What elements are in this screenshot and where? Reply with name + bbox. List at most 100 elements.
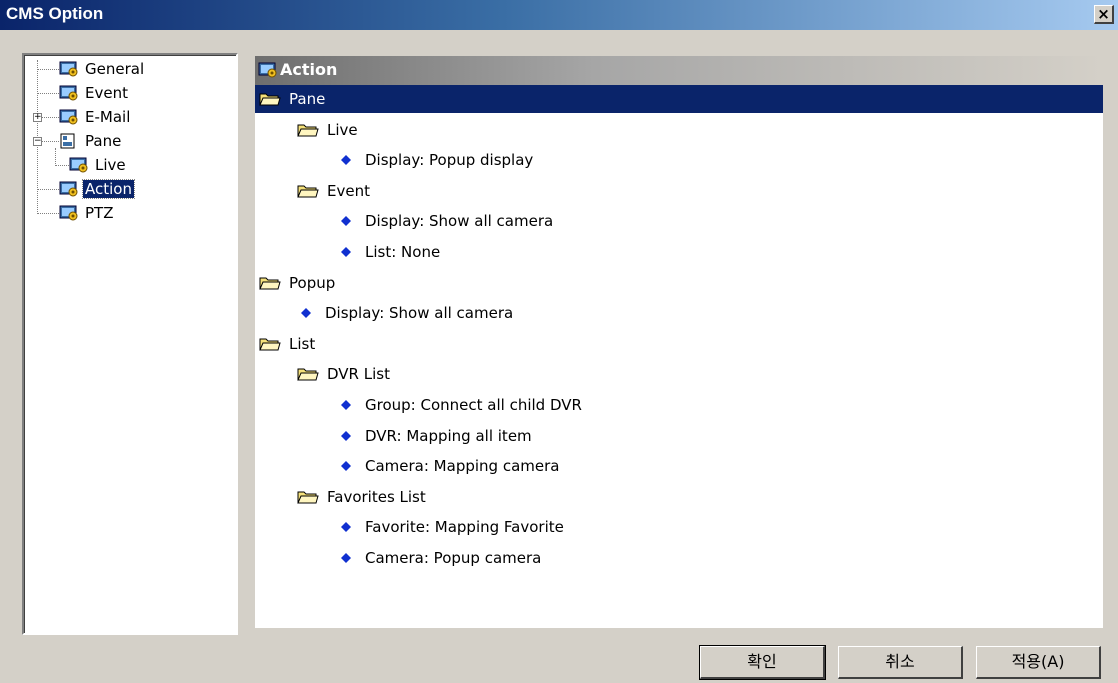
ok-button[interactable]: 확인 xyxy=(699,645,826,680)
options-tree-body: General Event + E-Mail − Pane Live Action PTZ xyxy=(24,55,236,633)
row-label: Display: Popup display xyxy=(365,151,534,169)
diamond-bullet-icon xyxy=(341,553,351,563)
settings-icon xyxy=(59,109,78,125)
tree-expander[interactable]: + xyxy=(33,113,42,122)
tree-connector xyxy=(37,189,59,190)
row-label: DVR List xyxy=(327,365,390,383)
row-label: List: None xyxy=(365,243,441,261)
tree-item[interactable]: General xyxy=(59,58,146,80)
diamond-bullet-icon xyxy=(341,431,351,441)
row-label: Live xyxy=(327,121,358,139)
folder-row[interactable]: Event xyxy=(255,177,370,205)
diamond-bullet-icon xyxy=(341,155,351,165)
row-label: Favorites List xyxy=(327,488,426,506)
settings-icon xyxy=(59,85,78,101)
tree-connector xyxy=(37,93,59,94)
row-content: Display: Popup display xyxy=(341,151,533,169)
diamond-bullet-icon xyxy=(301,308,311,318)
pane-icon xyxy=(60,133,75,149)
row-label: Favorite: Mapping Favorite xyxy=(365,518,564,536)
folder-icon xyxy=(259,338,281,351)
panel-header: Action xyxy=(255,56,1103,85)
option-row[interactable]: Camera: Popup camera xyxy=(255,544,541,572)
options-tree[interactable]: General Event + E-Mail − Pane Live Action PTZ xyxy=(22,53,238,635)
action-settings-panel: Action Pane Live Display: Popup display Eve… xyxy=(255,56,1103,628)
cancel-button[interactable]: 취소 xyxy=(838,646,963,679)
tree-item[interactable]: Event xyxy=(59,82,130,104)
tree-item-label: Event xyxy=(85,84,128,102)
close-icon: × xyxy=(1097,5,1110,23)
option-row[interactable]: Camera: Mapping camera xyxy=(255,452,559,480)
tree-expander[interactable]: − xyxy=(33,137,42,146)
title-bar[interactable]: CMS Option × xyxy=(0,0,1118,30)
tree-connector xyxy=(55,148,56,164)
folder-row[interactable]: List xyxy=(255,330,315,358)
folder-row[interactable]: Live xyxy=(255,116,358,144)
settings-icon xyxy=(59,205,78,221)
tree-item[interactable]: Pane xyxy=(59,130,123,152)
option-row[interactable]: Favorite: Mapping Favorite xyxy=(255,513,564,541)
option-row[interactable]: Display: Show all camera xyxy=(255,207,553,235)
row-label: Popup xyxy=(289,274,336,292)
option-row[interactable]: Group: Connect all child DVR xyxy=(255,391,582,419)
option-row[interactable]: Display: Show all camera xyxy=(255,299,513,327)
tree-item-label: Live xyxy=(95,156,126,174)
row-label: DVR: Mapping all item xyxy=(365,427,532,445)
row-content: Favorites List xyxy=(297,488,426,506)
row-label: Display: Show all camera xyxy=(365,212,554,230)
option-row[interactable]: DVR: Mapping all item xyxy=(255,422,532,450)
folder-icon xyxy=(259,277,281,290)
diamond-bullet-icon xyxy=(341,216,351,226)
tree-item[interactable]: PTZ xyxy=(59,202,115,224)
row-content: Event xyxy=(297,182,370,200)
row-label: Pane xyxy=(289,90,326,108)
option-row[interactable]: Display: Popup display xyxy=(255,146,533,174)
row-content: Live xyxy=(297,121,358,139)
tree-item[interactable]: Action xyxy=(59,178,135,200)
tree-item[interactable]: Live xyxy=(69,154,128,176)
tree-item-label: Action xyxy=(82,179,135,199)
folder-icon xyxy=(297,124,319,137)
folder-icon xyxy=(297,491,319,504)
folder-row[interactable]: Pane xyxy=(255,85,1103,113)
settings-icon xyxy=(258,62,277,78)
row-content: Display: Show all camera xyxy=(341,212,553,230)
row-content: Display: Show all camera xyxy=(301,304,513,322)
row-content: Favorite: Mapping Favorite xyxy=(341,518,564,536)
window-title: CMS Option xyxy=(6,4,104,23)
diamond-bullet-icon xyxy=(341,522,351,532)
row-content: Camera: Popup camera xyxy=(341,549,541,567)
tree-connector xyxy=(37,69,59,70)
settings-icon xyxy=(59,181,78,197)
row-content: DVR: Mapping all item xyxy=(341,427,532,445)
row-content: Camera: Mapping camera xyxy=(341,457,559,475)
folder-row[interactable]: DVR List xyxy=(255,360,390,388)
folder-row[interactable]: Favorites List xyxy=(255,483,426,511)
row-label: Group: Connect all child DVR xyxy=(365,396,582,414)
diamond-bullet-icon xyxy=(341,400,351,410)
option-row[interactable]: List: None xyxy=(255,238,440,266)
tree-item-label: General xyxy=(85,60,145,78)
settings-icon xyxy=(69,157,88,173)
folder-icon xyxy=(259,93,281,106)
tree-item-label: PTZ xyxy=(85,204,114,222)
row-label: Display: Show all camera xyxy=(325,304,514,322)
apply-button[interactable]: 적용(A) xyxy=(976,646,1101,679)
row-content: Pane xyxy=(259,90,325,108)
close-button[interactable]: × xyxy=(1094,5,1114,24)
folder-icon xyxy=(297,368,319,381)
row-content: List: None xyxy=(341,243,440,261)
diamond-bullet-icon xyxy=(341,461,351,471)
row-content: Group: Connect all child DVR xyxy=(341,396,582,414)
tree-connector xyxy=(37,213,59,214)
diamond-bullet-icon xyxy=(341,247,351,257)
tree-item[interactable]: E-Mail xyxy=(59,106,132,128)
folder-row[interactable]: Popup xyxy=(255,269,335,297)
panel-header-title: Action xyxy=(280,60,338,79)
tree-item-label: Pane xyxy=(85,132,122,150)
row-label: List xyxy=(289,335,316,353)
row-content: List xyxy=(259,335,315,353)
row-content: DVR List xyxy=(297,365,390,383)
row-label: Event xyxy=(327,182,370,200)
row-label: Camera: Popup camera xyxy=(365,549,542,567)
